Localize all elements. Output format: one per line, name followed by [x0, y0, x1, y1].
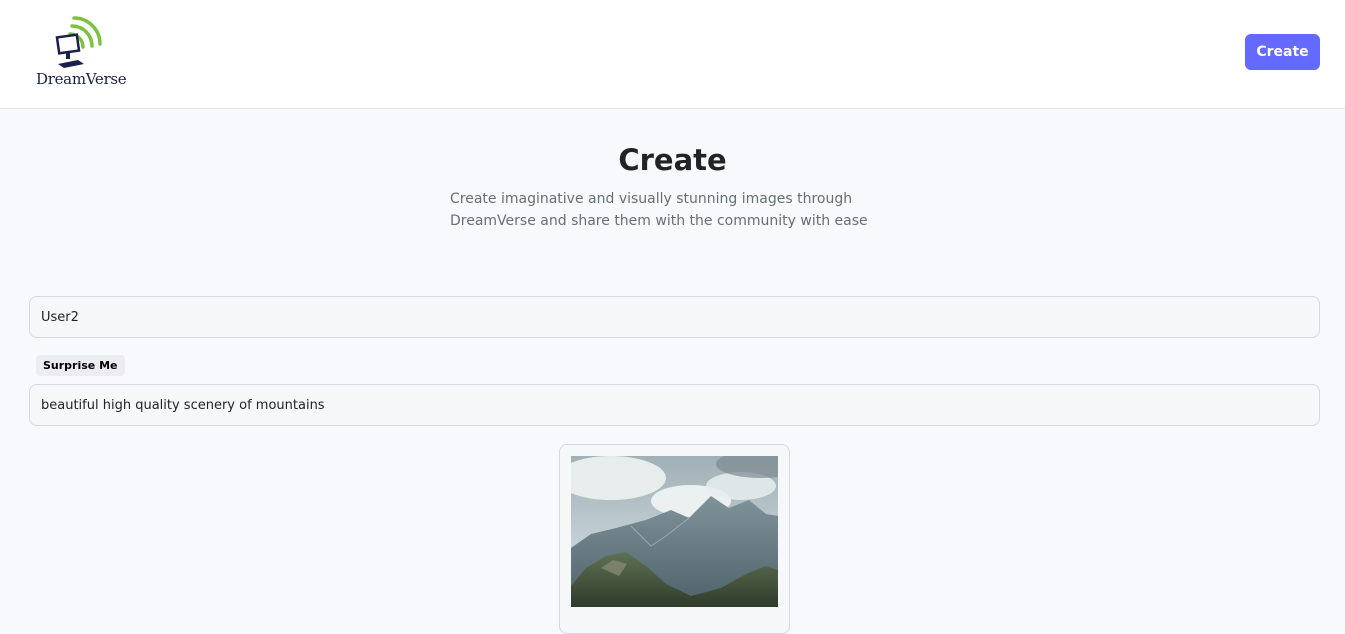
name-input[interactable]: [29, 296, 1320, 338]
prompt-input[interactable]: [29, 384, 1320, 426]
image-preview-card: [559, 444, 790, 634]
generated-image: [571, 456, 778, 607]
logo-text: DreamVerse: [36, 70, 127, 88]
create-button[interactable]: Create: [1245, 34, 1320, 70]
surprise-me-button[interactable]: Surprise Me: [36, 355, 125, 376]
dreamverse-logo[interactable]: DreamVerse: [36, 14, 127, 90]
top-header: DreamVerse Create: [0, 0, 1345, 109]
page-title: Create: [618, 143, 727, 177]
computer-signal-icon: [55, 16, 102, 68]
page-subtitle: Create imaginative and visually stunning…: [450, 191, 868, 229]
